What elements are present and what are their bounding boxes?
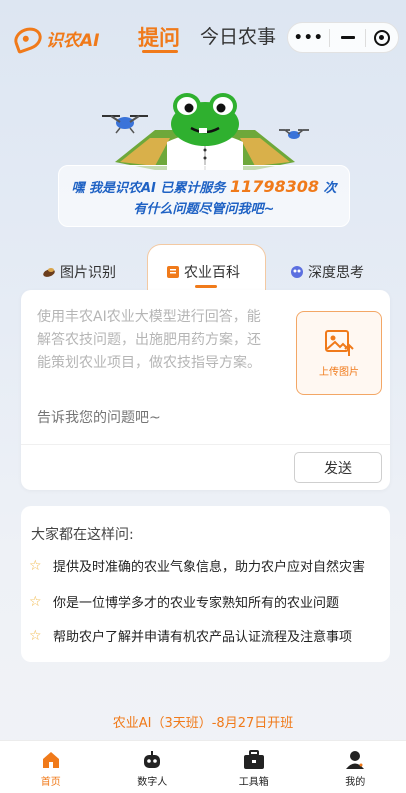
nav-digital-human[interactable]: 数字人 [102, 741, 204, 793]
suggestion-item[interactable]: ☆ 你是一位博学多才的农业专家熟知所有的农业问题 [29, 592, 385, 612]
service-count: 11798308 [229, 177, 319, 196]
star-icon: ☆ [29, 593, 42, 610]
upload-image-button[interactable]: 上传图片 [296, 311, 382, 395]
suggestion-text: 提供及时准确的农业气象信息，助力农户应对自然灾害 [53, 560, 366, 575]
minimize-icon [340, 36, 355, 39]
greeting-line-1: 嘿 我是识农AI 已累计服务 11798308 次 [59, 176, 349, 199]
upload-image-label: 上传图片 [319, 366, 359, 378]
suggestion-text: 你是一位博学多才的农业专家熟知所有的农业问题 [53, 596, 340, 611]
more-menu-button[interactable]: ••• [288, 30, 329, 46]
app-logo: 识农AI [11, 23, 100, 54]
brain-icon [291, 266, 303, 278]
close-button[interactable] [366, 29, 398, 46]
suggestions-card: 大家都在这样问: ☆ 提供及时准确的农业气象信息，助力农户应对自然灾害 ☆ 你是… [21, 506, 390, 662]
user-icon [346, 751, 365, 769]
book-icon [167, 266, 179, 278]
mode-tab-label: 图片识别 [60, 265, 116, 281]
nav-label: 我的 [345, 777, 366, 788]
greeting-prefix: 嘿 我是识农AI 已累计服务 [71, 181, 226, 196]
home-icon [42, 752, 59, 768]
suggestions-title: 大家都在这样问: [31, 527, 134, 543]
greeting-suffix: 次 [323, 181, 337, 196]
suggestion-item[interactable]: ☆ 提供及时准确的农业气象信息，助力农户应对自然灾害 [29, 556, 385, 576]
mode-tab-label: 农业百科 [184, 265, 240, 281]
suggestion-text: 帮助农户了解并申请有机农产品认证流程及注意事项 [53, 630, 353, 645]
mode-tab-agri-encyclopedia[interactable]: 农业百科 [166, 262, 240, 282]
mode-tab-label: 深度思考 [308, 265, 364, 281]
close-icon [373, 29, 390, 46]
greeting-bubble: 嘿 我是识农AI 已累计服务 11798308 次 有什么问题尽管问我吧~ [58, 165, 350, 227]
send-button[interactable]: 发送 [294, 452, 382, 483]
logo-icon [11, 23, 45, 54]
logo-text: 识农AI [46, 31, 100, 51]
star-icon: ☆ [29, 557, 42, 574]
divider [21, 444, 390, 445]
tab-ask[interactable]: 提问 [138, 22, 180, 52]
mode-tab-image-recognition[interactable]: 图片识别 [42, 262, 116, 282]
greeting-line-2: 有什么问题尽管问我吧~ [133, 202, 275, 217]
ask-card: 使用丰农AI农业大模型进行回答，能解答农技问题，出施肥用药方案，还能策划农业项目… [21, 290, 390, 490]
course-announcement[interactable]: 农业AI（3天班）-8月27日开班 [0, 712, 406, 731]
miniprogram-capsule: ••• [287, 22, 399, 53]
minimize-button[interactable] [330, 36, 364, 39]
mode-tab-indicator [195, 285, 217, 288]
robot-icon [144, 751, 161, 768]
tab-active-indicator [142, 50, 178, 53]
nav-label: 数字人 [137, 777, 168, 788]
wheat-icon [43, 268, 55, 277]
suggestion-item[interactable]: ☆ 帮助农户了解并申请有机农产品认证流程及注意事项 [29, 626, 385, 646]
top-header: 识农AI 提问 今日农事 ••• [0, 0, 406, 74]
mode-tab-deep-thinking[interactable]: 深度思考 [290, 262, 364, 282]
star-icon: ☆ [29, 627, 42, 644]
bottom-nav: 首页 数字人 工具箱 我的 [0, 740, 406, 793]
nav-label: 首页 [40, 777, 61, 788]
image-upload-icon [325, 329, 354, 356]
ask-description: 使用丰农AI农业大模型进行回答，能解答农技问题，出施肥用药方案，还能策划农业项目… [37, 309, 261, 371]
nav-home[interactable]: 首页 [0, 741, 102, 793]
tab-today-farming[interactable]: 今日农事 [200, 22, 276, 49]
nav-toolbox[interactable]: 工具箱 [203, 741, 305, 793]
question-input[interactable] [37, 410, 287, 426]
nav-label: 工具箱 [238, 777, 269, 788]
nav-mine[interactable]: 我的 [305, 741, 406, 793]
toolbox-icon [243, 750, 264, 769]
